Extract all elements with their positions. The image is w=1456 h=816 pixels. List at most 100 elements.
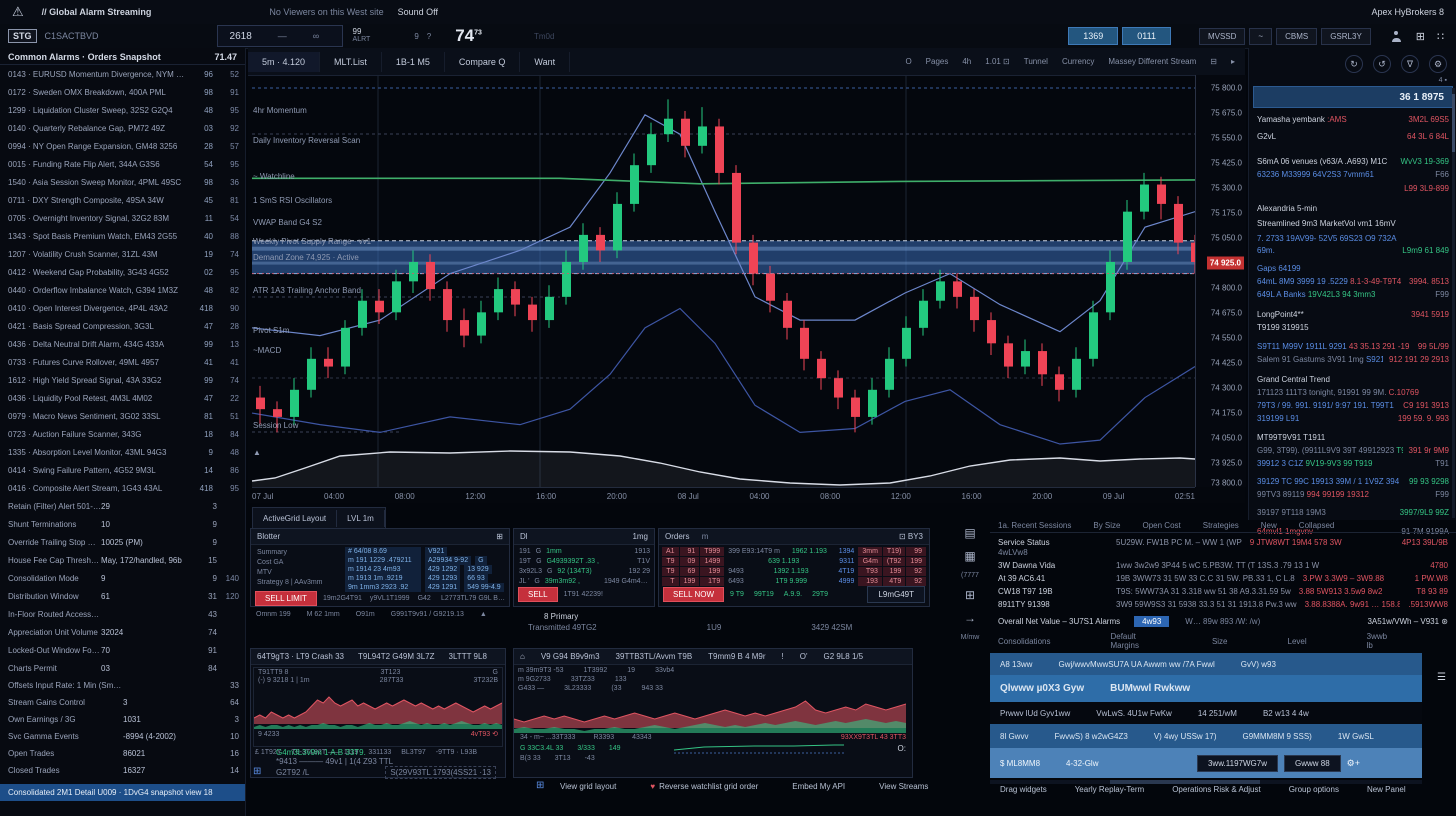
user-icon[interactable] [1391, 31, 1402, 42]
position-row[interactable]: 8911TY 913983W9 59W9S3 31 5938 33.3 51 3… [998, 600, 1448, 610]
position-row[interactable]: CW18 T97 19BT9S: 5WW73A 31 3.318 ww 51 3… [998, 587, 1448, 597]
news-row[interactable]: MT99T9V91 T1911 [1257, 432, 1449, 443]
chart-toolbar-button[interactable]: MLT.List [320, 52, 382, 72]
blue-table-row[interactable]: Prwwv lUd Gyv1wwVwLwS. 4U1w FwKw14 251/w… [990, 702, 1422, 724]
footer-link[interactable]: New Panel [1367, 785, 1406, 794]
watchlist-row[interactable]: 0994 · NY Open Range Expansion, GM48 325… [0, 137, 245, 155]
hamburger-icon[interactable]: ☰ [1437, 672, 1446, 683]
printer-icon[interactable]: ▤ [964, 526, 975, 540]
watchlist-row[interactable]: 1299 · Liquidation Cluster Sweep, 32S2 G… [0, 101, 245, 119]
news-row[interactable]: 319199 L91199 59. 9. 993 [1257, 413, 1449, 424]
watchlist-row[interactable]: 0421 · Basis Spread Compression, 3G3L472… [0, 317, 245, 335]
positions-header-item[interactable]: New [1261, 521, 1277, 530]
depth-row[interactable]: 639 1.1939311 [728, 557, 854, 567]
positions-col-header[interactable]: 3wwb lb [1367, 632, 1388, 650]
positions-col-header[interactable]: Level [1288, 637, 1307, 646]
chart-toolbar-item[interactable]: ▸ [1231, 57, 1235, 66]
news-row[interactable]: Gaps 64199 [1257, 263, 1449, 274]
help-icon[interactable]: ? [427, 32, 431, 41]
price-axis[interactable]: 75 800.075 675.075 550.075 425.075 300.0… [1195, 75, 1246, 487]
gear-plus-icon[interactable]: ⚙+ [1347, 758, 1360, 769]
dark-action-button[interactable]: CBMS [1276, 28, 1317, 45]
settings-row[interactable]: House Fee Cap ThresholdMay, 172/handled,… [0, 551, 245, 569]
liquidate-button[interactable]: L9mG49T [867, 586, 925, 603]
refresh-icon[interactable]: ↻ [1345, 55, 1363, 73]
blotter-table-row[interactable]: m 1913 1m .9219429 129366 93 [345, 574, 509, 583]
positions-col-header[interactable]: Consolidations [998, 637, 1050, 646]
filter-icon[interactable]: ∇ [1401, 55, 1419, 73]
stg-badge[interactable]: STG [8, 29, 37, 43]
watchlist-row[interactable]: 0440 · Orderflow Imbalance Watch, G394 1… [0, 281, 245, 299]
stat-row[interactable]: Offsets Input Rate: 1 Min (Smart/Gg Apps… [0, 677, 245, 694]
positions-header-item[interactable]: Open Cost [1143, 521, 1181, 530]
settings-row[interactable]: Consolidation Mode99140 [0, 569, 245, 587]
blotter-expand-icon[interactable]: ⊞ [496, 532, 503, 541]
history-icon[interactable]: ↺ [1373, 55, 1391, 73]
stepper-minus-icon[interactable]: — [278, 31, 287, 41]
watchlist-row[interactable]: 0143 · EURUSD Momentum Divergence, NYM 7… [0, 65, 245, 83]
news-row[interactable]: G99, 3T99). (9911L9V9 39T 49912923 T9L93… [1257, 445, 1449, 456]
positions-header-item[interactable]: Strategies [1203, 521, 1239, 530]
blue-action-button[interactable]: 0111 [1122, 27, 1171, 45]
news-row[interactable]: Streamlined 9m3 MarketVol vm1 16mV [1257, 218, 1449, 229]
chart-toolbar-button[interactable]: 1B-1 M5 [382, 52, 445, 72]
settings-row[interactable]: Shunt Terminations109 [0, 515, 245, 533]
dark-action-button[interactable]: ~ [1249, 28, 1272, 45]
position-row[interactable]: 3W Dawna Vida1ww 3w2w9 3P44 5 wC 5.PB3W.… [998, 561, 1448, 571]
news-scrollbar[interactable] [1452, 88, 1455, 518]
news-row[interactable]: 171123 111T3 tonight, 91991 99 9M. C.107… [1257, 387, 1449, 398]
window-icon[interactable]: ⊞ [1416, 30, 1425, 43]
watchlist-row[interactable]: 0705 · Overnight Inventory Signal, 32G2 … [0, 209, 245, 227]
chart-toolbar-button[interactable]: Want [520, 52, 570, 72]
watchlist-row[interactable]: 0436 · Delta Neutral Drift Alarm, 434G 4… [0, 335, 245, 353]
news-row[interactable]: 39129 TC 99C 19913 39M / 1 1V9Z 39499 93… [1257, 476, 1449, 487]
depth-row[interactable]: 399 E93:14T9 m1962 1.1931394 [728, 547, 854, 557]
bottom-tab[interactable]: LVL 1m [337, 510, 385, 527]
watchlist-row[interactable]: 0711 · DXY Strength Composite, 49SA 34W4… [0, 191, 245, 209]
footer-link[interactable]: View grid layout [560, 782, 616, 791]
watchlist-row[interactable]: 1207 · Volatility Crush Scanner, 31ZL 43… [0, 245, 245, 263]
dots-menu-icon[interactable]: ∷ [1437, 30, 1444, 43]
footer-link[interactable]: Drag widgets [1000, 785, 1047, 794]
watchlist-row[interactable]: 1343 · Spot Basis Premium Watch, EM43 2G… [0, 227, 245, 245]
news-row[interactable]: T9199 319915 [1257, 322, 1449, 333]
watchlist-row[interactable]: 0172 · Sweden OMX Breakdown, 400A PML989… [0, 83, 245, 101]
dark-action-button[interactable]: MVSSD [1199, 28, 1245, 45]
chart-toolbar-item[interactable]: O [905, 57, 911, 66]
blue-table-row[interactable]: 8l GwvvFwvwS) 8 w2wG4Z3V) 4wy USSw 17)G9… [990, 724, 1422, 748]
gear-icon[interactable]: ⚙ [1429, 55, 1447, 73]
positions-header-item[interactable]: Collapsed [1299, 521, 1335, 530]
watchlist-row[interactable]: 0414 · Swing Failure Pattern, 4G52 9M3L1… [0, 461, 245, 479]
sell-button[interactable]: SELL [518, 587, 558, 602]
chart-toolbar-button[interactable]: 5m · 4.120 [248, 52, 320, 72]
news-row[interactable]: 64mL 8M9 3999 19 .5229 8.1-3-49-T9T4 —39… [1257, 276, 1449, 287]
news-row[interactable]: 7. 2733 19AV99- 52V5 69S23 O9 732A [1257, 233, 1449, 244]
news-row[interactable]: Salem 91 Gastums 3V91 1mg S9219 1.91912 … [1257, 354, 1449, 365]
window2-icon[interactable]: ⊞ [965, 588, 975, 602]
blue-table-row[interactable]: $ ML8MM84-32-Glw3ww.1197WG7wGwww 88⚙+ [990, 748, 1422, 778]
watchlist-row[interactable]: 1335 · Absorption Level Monitor, 43ML 94… [0, 443, 245, 461]
settings-row[interactable]: Appreciation Unit Volume3202474 [0, 623, 245, 641]
position-row[interactable]: Service Status4wLVw85U29W. FW1B PC M. – … [998, 538, 1448, 558]
bottom-tab[interactable]: ActiveGrid Layout [253, 510, 337, 527]
footer-grid-icon[interactable]: ⊞ [536, 780, 544, 791]
chart-toolbar-item[interactable]: Massey Different Stream [1108, 57, 1196, 66]
watchlist-row[interactable]: 0015 · Funding Rate Flip Alert, 344A G3S… [0, 155, 245, 173]
positions-col-header[interactable]: Default Margins [1110, 632, 1151, 650]
news-row[interactable]: Grand Central Trend [1257, 374, 1449, 385]
settings-row[interactable]: Distribution Window6131120 [0, 587, 245, 605]
summary-chip[interactable]: 4w93 [1134, 616, 1169, 627]
chart-toolbar-item[interactable]: ⊟ [1210, 57, 1217, 66]
footer-link[interactable]: Yearly Replay-Term [1075, 785, 1145, 794]
chart-toolbar-item[interactable]: 1.01 ⊡ [985, 57, 1010, 66]
stat-row[interactable]: Own Earnings / 3G10313 [0, 711, 245, 728]
dl-row[interactable]: 19TGG4939392T .33 , [519, 557, 604, 567]
tickvolume-chart-1[interactable] [254, 684, 502, 730]
news-row[interactable]: 63236 M33999 64V2S3 7vmm61F66 [1257, 169, 1449, 180]
news-row[interactable]: 649L A Banks 19V42L3 94 3mm3F99 [1257, 289, 1449, 300]
stat-row[interactable]: Closed Trades1632714 [0, 762, 245, 779]
blotter-table-row[interactable]: m 191 1229 .479211A29934 9-92G [345, 556, 509, 565]
sound-toggle[interactable]: Sound Off [398, 7, 438, 17]
orders-corner-icon[interactable]: ⊡ BY3 [899, 532, 923, 541]
horizontal-scrollbar[interactable] [990, 780, 1422, 784]
